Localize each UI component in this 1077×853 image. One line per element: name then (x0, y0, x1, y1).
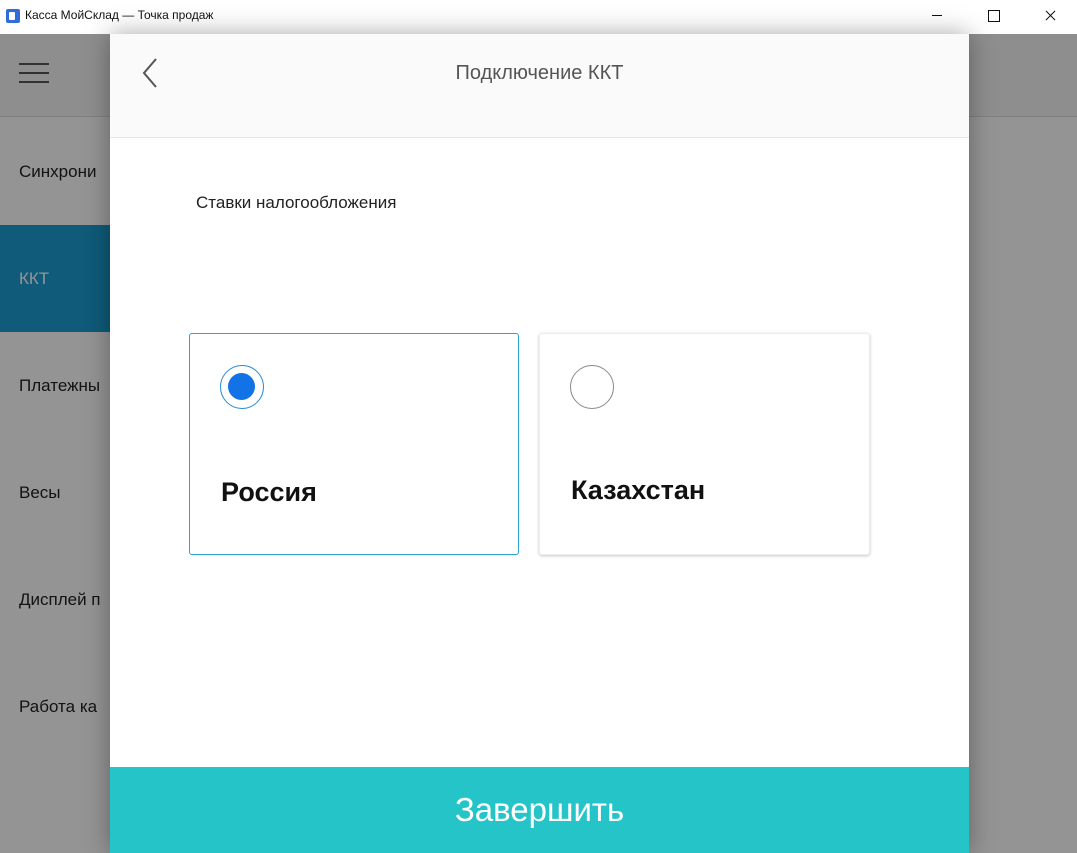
radio-russia[interactable] (220, 365, 264, 409)
option-label-kazakhstan: Казахстан (571, 475, 706, 505)
finish-button[interactable]: Завершить (110, 767, 969, 853)
option-card-russia[interactable]: Россия (189, 333, 519, 555)
dialog-header: Подключение ККТ (110, 34, 969, 138)
kkt-connection-dialog: Подключение ККТ Ставки налогообложения Р… (110, 34, 969, 853)
option-card-kazakhstan[interactable]: Казахстан (539, 333, 870, 555)
maximize-icon[interactable] (970, 0, 1016, 32)
minimize-icon[interactable] (914, 0, 960, 32)
close-icon[interactable] (1027, 0, 1073, 32)
option-label-russia: Россия (221, 477, 317, 507)
window-title: Касса МойСклад — Точка продаж (25, 8, 214, 22)
window-titlebar: Касса МойСклад — Точка продаж (0, 0, 1077, 34)
radio-kazakhstan[interactable] (570, 365, 614, 409)
app-logo-icon (6, 9, 20, 23)
dialog-title: Подключение ККТ (455, 62, 624, 84)
tax-rates-label: Ставки налогообложения (196, 193, 397, 212)
